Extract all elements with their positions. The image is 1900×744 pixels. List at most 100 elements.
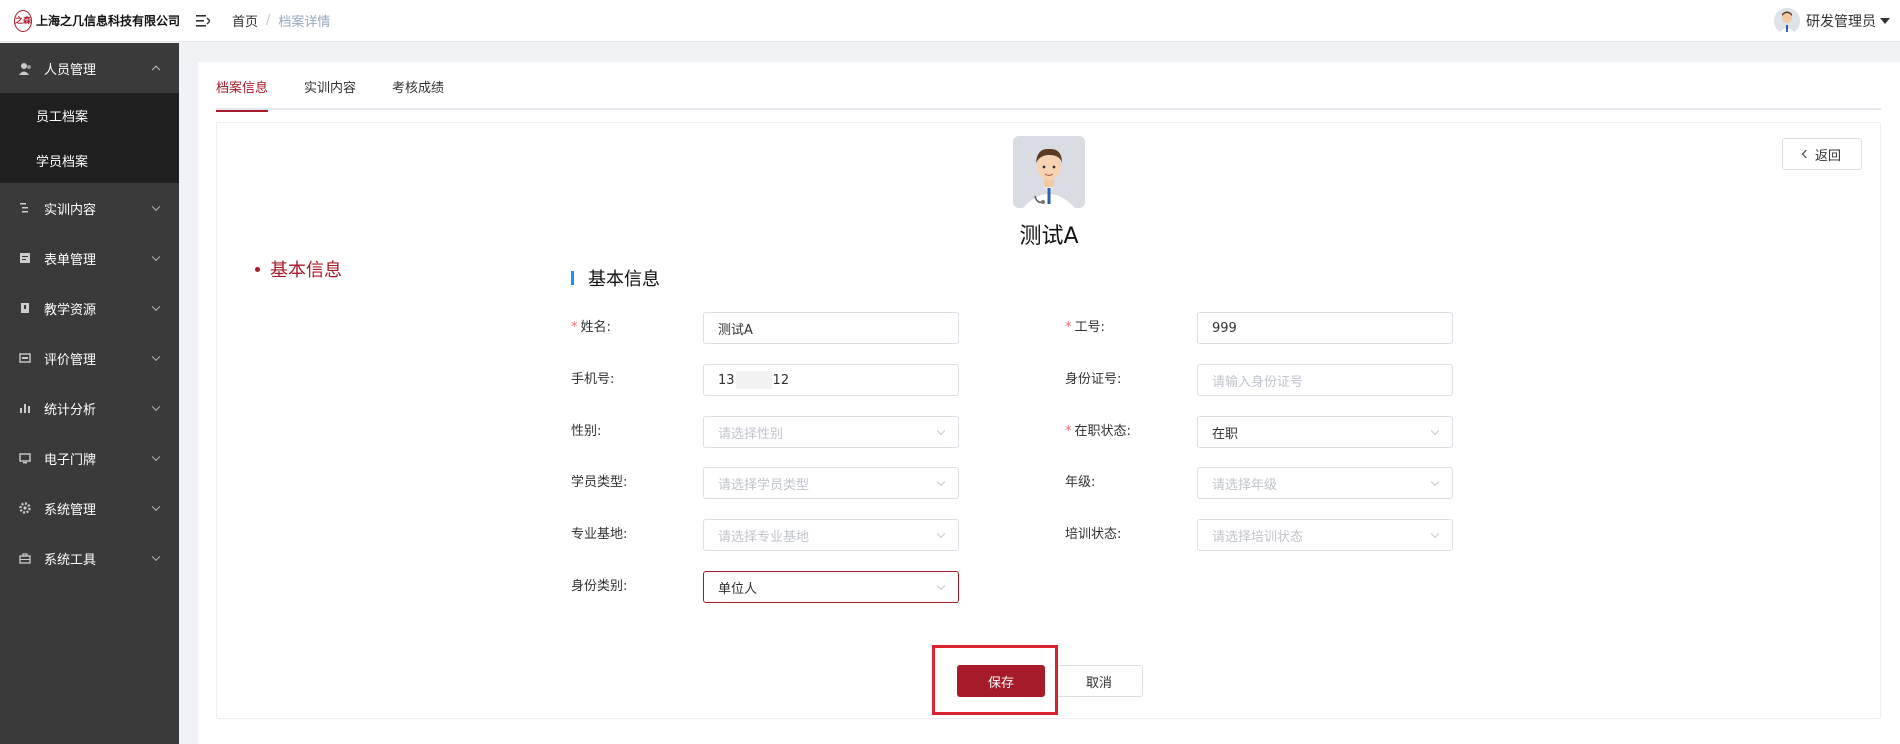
list-icon bbox=[18, 201, 32, 215]
phone-input[interactable]: 13 12 bbox=[703, 364, 959, 396]
sidebar: 人员管理 员工档案 学员档案 实训内容 表单管理 教学资源 评价管理 统计分析 … bbox=[0, 43, 179, 744]
chevron-down-icon bbox=[151, 352, 161, 362]
main-content: 档案信息 实训内容 考核成绩 返回 测试A 基本信息 基本信息 * 姓名: 测试… bbox=[198, 62, 1900, 744]
chevron-down-icon bbox=[936, 529, 946, 539]
menu-toggle-icon[interactable] bbox=[194, 12, 212, 30]
anchor-label: 基本信息 bbox=[270, 260, 342, 281]
sidebar-subitem-staff-archive[interactable]: 员工档案 bbox=[0, 93, 179, 138]
sidebar-item-label: 系统管理 bbox=[44, 502, 97, 518]
submenu-personnel: 员工档案 学员档案 bbox=[0, 93, 179, 183]
base-label: 专业基地: bbox=[571, 527, 628, 542]
breadcrumb: 首页 / 档案详情 bbox=[232, 11, 330, 30]
id-card-label: 身份证号: bbox=[1065, 372, 1122, 387]
sidebar-item-evaluation[interactable]: 评价管理 bbox=[0, 333, 179, 383]
chevron-up-icon bbox=[151, 65, 161, 75]
gender-label: 性别: bbox=[571, 424, 602, 439]
tab-bar: 档案信息 实训内容 考核成绩 bbox=[216, 74, 1881, 112]
sidebar-item-system-tools[interactable]: 系统工具 bbox=[0, 533, 179, 583]
chevron-down-icon bbox=[1430, 529, 1440, 539]
sidebar-item-label: 实训内容 bbox=[44, 202, 97, 218]
top-header: 之森 上海之几信息科技有限公司 首页 / 档案详情 研发管理员 bbox=[0, 0, 1900, 42]
book-icon bbox=[18, 301, 32, 315]
identity-type-label: 身份类别: bbox=[571, 579, 628, 594]
student-type-select[interactable]: 请选择学员类型 bbox=[703, 467, 959, 499]
caret-down-icon bbox=[1880, 18, 1890, 24]
sidebar-item-label: 系统工具 bbox=[44, 552, 97, 568]
bullet-dot-icon bbox=[255, 266, 260, 272]
anchor-basic-info[interactable]: 基本信息 bbox=[255, 256, 342, 282]
sidebar-item-system-admin[interactable]: 系统管理 bbox=[0, 483, 179, 533]
sidebar-item-forms[interactable]: 表单管理 bbox=[0, 233, 179, 283]
grade-select[interactable]: 请选择年级 bbox=[1197, 467, 1453, 499]
section-title-text: 基本信息 bbox=[588, 269, 660, 290]
chevron-down-icon bbox=[936, 581, 946, 591]
base-select[interactable]: 请选择专业基地 bbox=[703, 519, 959, 551]
sidebar-item-label: 人员管理 bbox=[44, 62, 97, 78]
user-avatar bbox=[1774, 8, 1800, 34]
monitor-icon bbox=[18, 451, 32, 465]
chevron-down-icon bbox=[151, 452, 161, 462]
gear-icon bbox=[18, 501, 32, 515]
gender-select[interactable]: 请选择性别 bbox=[703, 416, 959, 448]
job-no-label: * 工号: bbox=[1065, 320, 1105, 335]
tab-exam-scores[interactable]: 考核成绩 bbox=[392, 74, 444, 110]
student-type-label: 学员类型: bbox=[571, 475, 628, 490]
company-logo: 之森 上海之几信息科技有限公司 bbox=[0, 9, 180, 32]
job-status-label: * 在职状态: bbox=[1065, 424, 1131, 439]
chevron-down-icon bbox=[151, 202, 161, 212]
section-title: 基本信息 bbox=[571, 265, 660, 291]
back-button[interactable]: 返回 bbox=[1782, 138, 1862, 170]
training-status-select[interactable]: 请选择培训状态 bbox=[1197, 519, 1453, 551]
chevron-down-icon bbox=[151, 302, 161, 312]
sidebar-item-label: 教学资源 bbox=[44, 302, 97, 318]
save-highlight-frame bbox=[932, 645, 1058, 715]
sidebar-item-resources[interactable]: 教学资源 bbox=[0, 283, 179, 333]
breadcrumb-home[interactable]: 首页 bbox=[232, 11, 258, 30]
user-menu[interactable]: 研发管理员 bbox=[1774, 0, 1890, 42]
user-icon bbox=[18, 61, 32, 75]
logo-mark-icon: 之森 bbox=[14, 9, 32, 32]
sidebar-item-label: 统计分析 bbox=[44, 402, 97, 418]
job-status-select[interactable]: 在职 bbox=[1197, 416, 1453, 448]
tab-archive-info[interactable]: 档案信息 bbox=[216, 74, 269, 112]
section-accent-bar bbox=[571, 271, 574, 285]
company-name: 上海之几信息科技有限公司 bbox=[35, 14, 180, 28]
chevron-down-icon bbox=[936, 426, 946, 436]
chart-icon bbox=[18, 401, 32, 415]
training-status-label: 培训状态: bbox=[1065, 527, 1122, 542]
chevron-down-icon bbox=[151, 552, 161, 562]
phone-label: 手机号: bbox=[571, 372, 615, 387]
sidebar-item-label: 表单管理 bbox=[44, 252, 97, 268]
job-no-input[interactable]: 999 bbox=[1197, 312, 1453, 344]
id-card-input[interactable]: 请输入身份证号 bbox=[1197, 364, 1453, 396]
tab-training-content[interactable]: 实训内容 bbox=[304, 74, 356, 110]
sidebar-item-label: 评价管理 bbox=[44, 352, 97, 368]
cancel-button[interactable]: 取消 bbox=[1055, 665, 1143, 697]
chevron-down-icon bbox=[151, 502, 161, 512]
name-input[interactable]: 测试A bbox=[703, 312, 959, 344]
sidebar-item-door-sign[interactable]: 电子门牌 bbox=[0, 433, 179, 483]
sidebar-subitem-student-archive[interactable]: 学员档案 bbox=[0, 138, 179, 183]
grade-label: 年级: bbox=[1065, 475, 1096, 490]
sidebar-item-label: 电子门牌 bbox=[44, 452, 97, 468]
archive-card: 返回 测试A 基本信息 基本信息 * 姓名: 测试A * 工号: 999 手机号… bbox=[216, 122, 1881, 719]
chevron-down-icon bbox=[151, 252, 161, 262]
profile-avatar bbox=[1013, 136, 1085, 208]
sidebar-item-personnel[interactable]: 人员管理 bbox=[0, 43, 179, 93]
user-name: 研发管理员 bbox=[1806, 14, 1876, 30]
chevron-down-icon bbox=[936, 477, 946, 487]
rating-icon bbox=[18, 351, 32, 365]
form-icon bbox=[18, 251, 32, 265]
chevron-left-icon bbox=[1801, 149, 1811, 159]
chevron-down-icon bbox=[1430, 477, 1440, 487]
toolbox-icon bbox=[18, 551, 32, 565]
chevron-down-icon bbox=[1430, 426, 1440, 436]
sidebar-item-statistics[interactable]: 统计分析 bbox=[0, 383, 179, 433]
identity-type-select[interactable]: 单位人 bbox=[703, 571, 959, 603]
sidebar-item-training[interactable]: 实训内容 bbox=[0, 183, 179, 233]
person-name: 测试A bbox=[1019, 224, 1079, 249]
name-label: * 姓名: bbox=[571, 320, 611, 335]
breadcrumb-current: 档案详情 bbox=[278, 15, 331, 30]
chevron-down-icon bbox=[151, 402, 161, 412]
breadcrumb-separator: / bbox=[266, 13, 271, 28]
